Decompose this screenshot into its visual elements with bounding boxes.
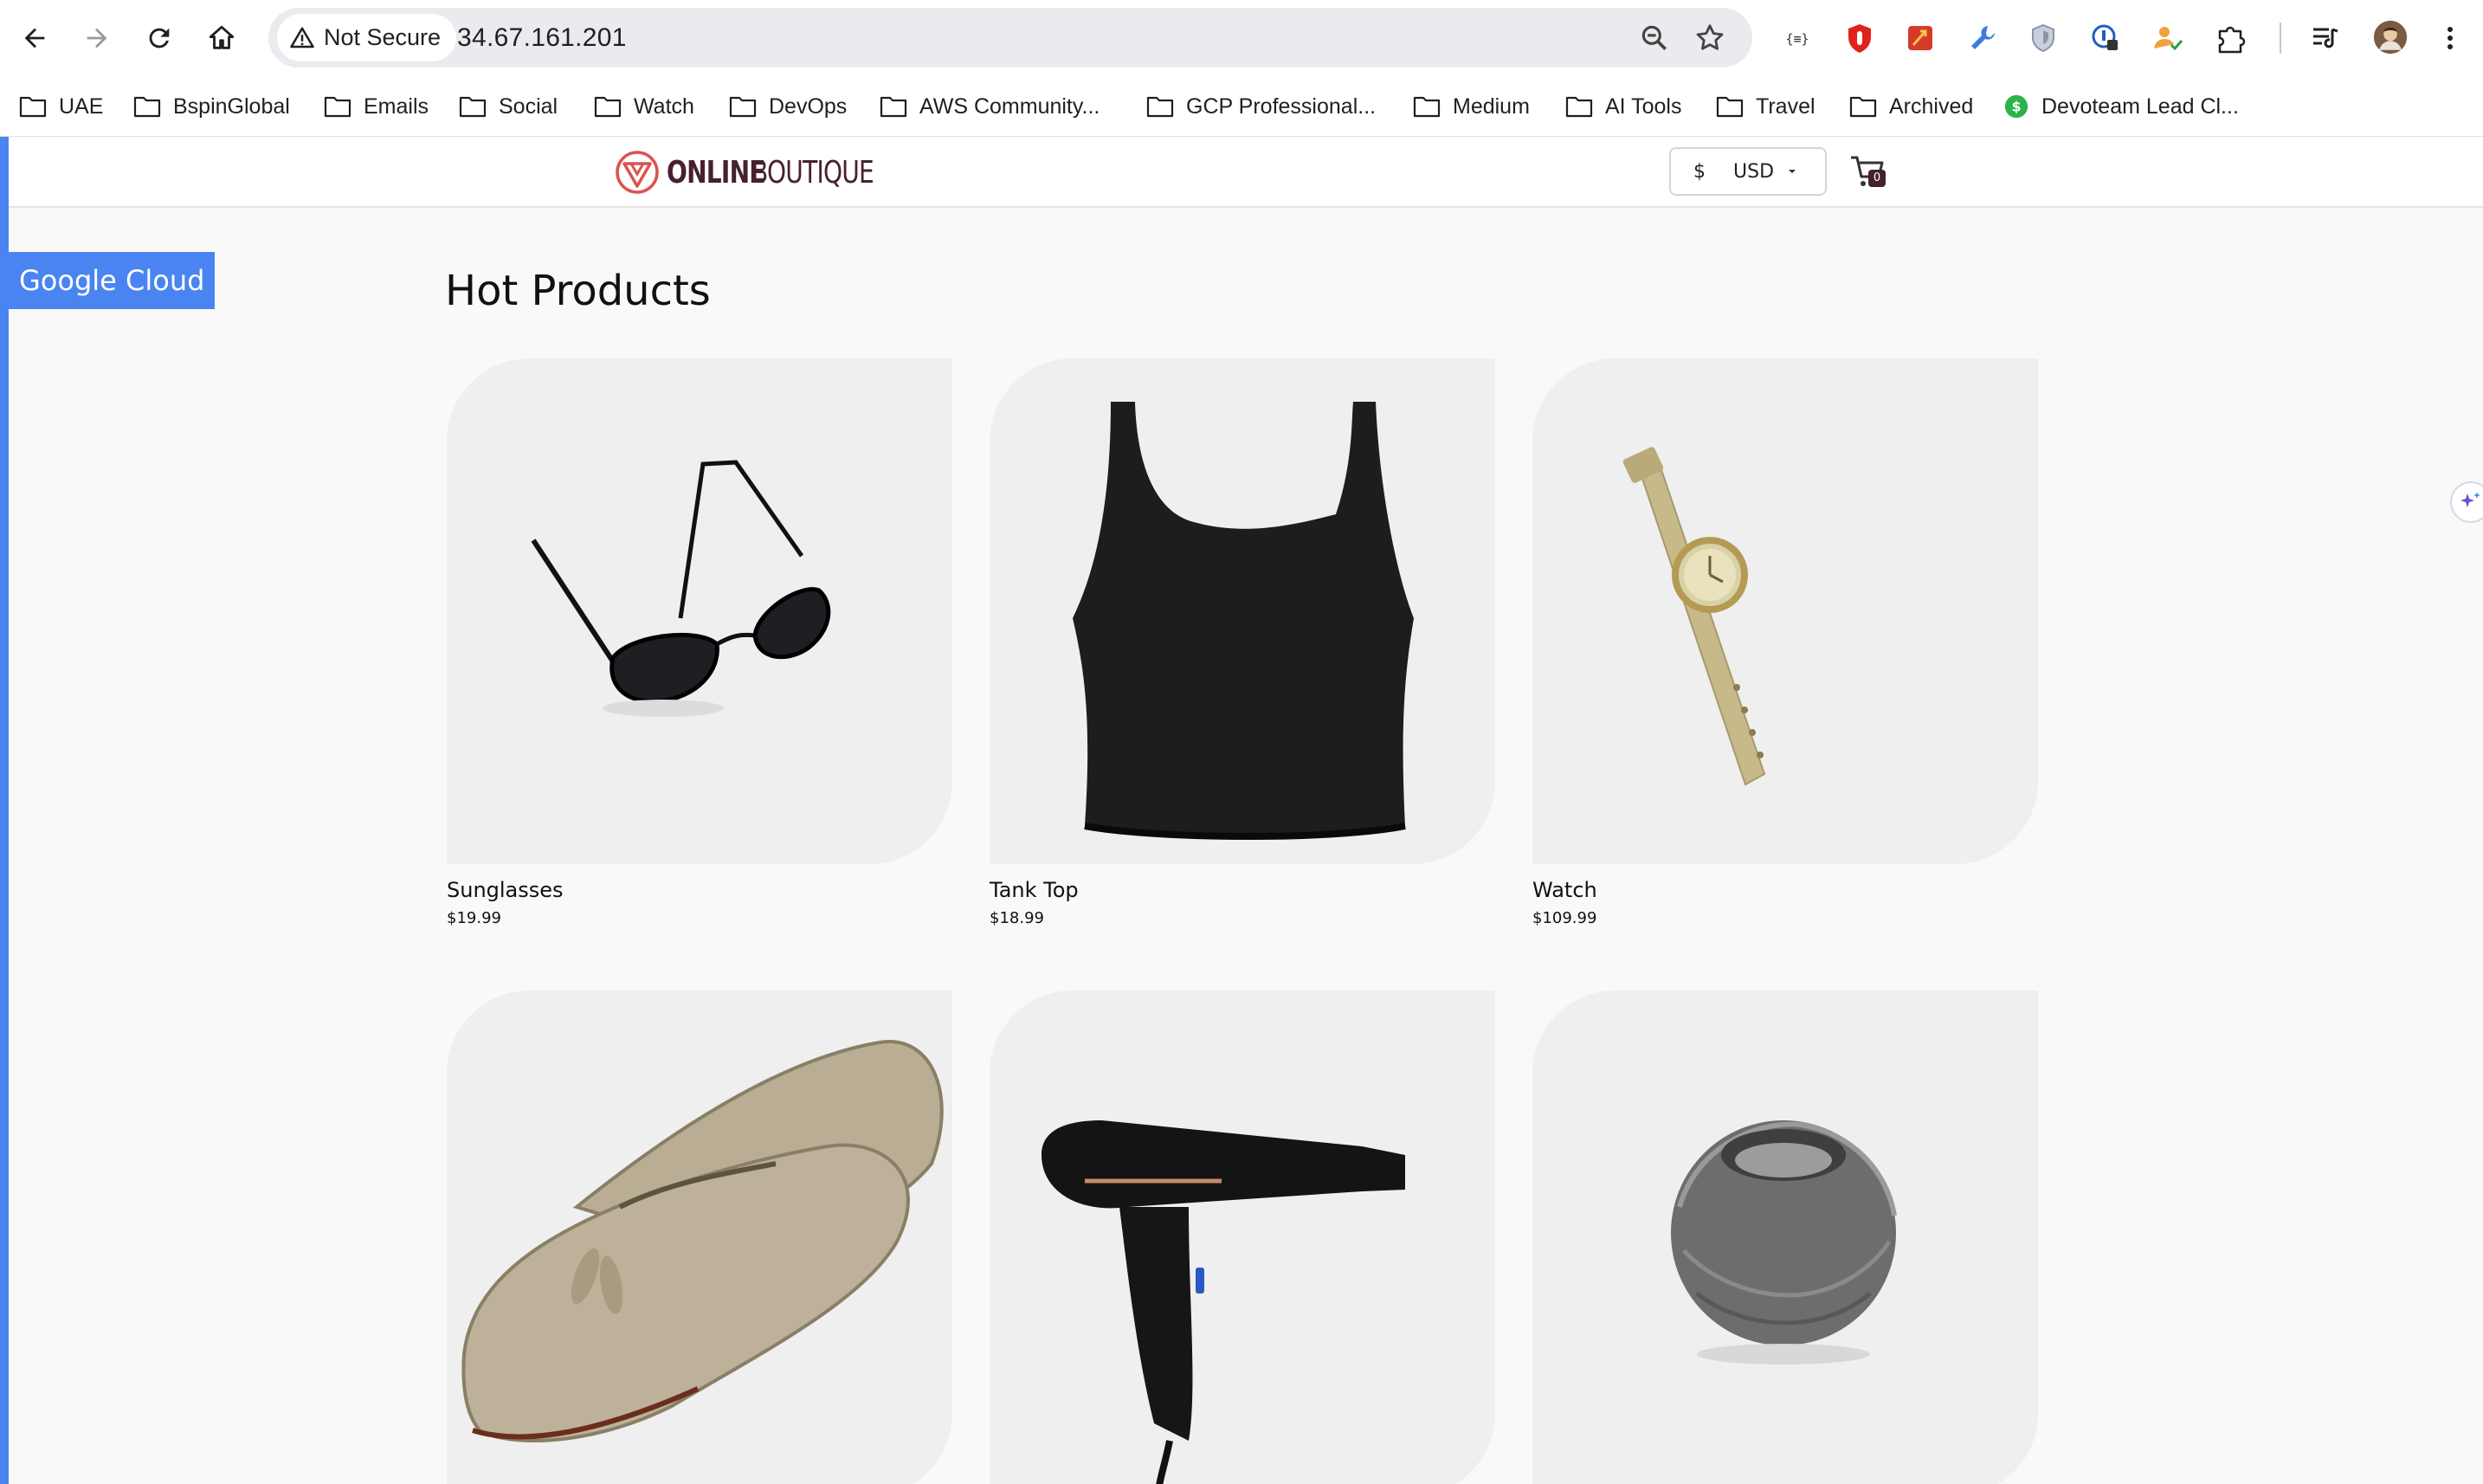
password-manager-icon[interactable] <box>2086 19 2125 57</box>
home-icon[interactable] <box>199 16 244 61</box>
folder-icon <box>1716 96 1744 118</box>
media-queue-icon[interactable] <box>2306 19 2344 57</box>
reload-icon[interactable] <box>137 16 182 61</box>
bookmark-folder[interactable]: AWS Community... <box>880 88 1100 125</box>
folder-icon <box>459 96 487 118</box>
cart-button[interactable]: 0 <box>1849 152 1889 190</box>
boutique-logo-icon <box>616 151 659 194</box>
profile-avatar[interactable] <box>2370 17 2410 57</box>
bookmark-link[interactable]: $ Devoteam Lead Cl... <box>2003 88 2239 125</box>
product-card[interactable]: Tank Top $18.99 <box>990 358 1495 927</box>
person-check-icon[interactable] <box>2149 19 2187 57</box>
folder-icon <box>880 96 907 118</box>
cart-count-badge: 0 <box>1868 170 1886 187</box>
address-bar[interactable]: Not Secure 34.67.161.201 <box>268 8 1752 68</box>
product-image-tank-top[interactable] <box>990 358 1495 864</box>
product-image-sunglasses[interactable] <box>447 358 952 864</box>
currency-symbol: $ <box>1693 160 1706 183</box>
toolbar-divider <box>2280 23 2281 54</box>
sparkle-icon <box>2460 492 2480 507</box>
product-card[interactable] <box>447 990 952 1484</box>
folder-icon <box>19 96 47 118</box>
left-accent-strip <box>0 137 9 1484</box>
product-card[interactable] <box>1532 990 2038 1484</box>
bookmark-folder[interactable]: GCP Professional... <box>1146 88 1376 125</box>
folder-icon <box>1413 96 1441 118</box>
google-cloud-banner: Google Cloud <box>9 252 215 309</box>
product-price: $109.99 <box>1532 909 1597 927</box>
forward-arrow-icon[interactable] <box>74 16 119 61</box>
json-viewer-icon[interactable]: {≡} <box>1778 19 1816 57</box>
product-image-candle-holder[interactable] <box>1532 990 2038 1484</box>
security-chip[interactable]: Not Secure <box>277 14 457 61</box>
bookmark-folder[interactable]: DevOps <box>729 88 847 125</box>
shield-icon[interactable] <box>2024 19 2062 57</box>
currency-select[interactable]: $ USD <box>1669 147 1827 196</box>
bookmark-folder[interactable]: AI Tools <box>1565 88 1681 125</box>
currency-code: USD <box>1733 160 1775 183</box>
dollar-badge-icon: $ <box>2004 94 2028 119</box>
warning-triangle-icon <box>290 27 314 48</box>
product-name[interactable]: Tank Top <box>990 878 1495 902</box>
product-name[interactable]: Sunglasses <box>447 878 952 902</box>
logo-text-bold: ONLINE <box>667 154 766 190</box>
svg-text:$: $ <box>2011 99 2021 115</box>
browser-toolbar: Not Secure 34.67.161.201 {≡} <box>0 0 2483 76</box>
product-price: $18.99 <box>990 909 1044 927</box>
ublock-icon[interactable] <box>1841 19 1879 57</box>
folder-icon <box>324 96 351 118</box>
product-card[interactable] <box>990 990 1495 1484</box>
product-image-hair-dryer[interactable] <box>990 990 1495 1484</box>
side-assistant-tab[interactable] <box>2450 481 2483 523</box>
folder-icon <box>594 96 622 118</box>
bookmark-folder[interactable]: UAE <box>19 88 103 125</box>
svg-text:{≡}: {≡} <box>1785 31 1809 47</box>
bookmark-folder[interactable]: Travel <box>1716 88 1815 125</box>
back-arrow-icon[interactable] <box>12 16 57 61</box>
security-label: Not Secure <box>324 24 442 50</box>
folder-icon <box>133 96 161 118</box>
bookmark-folder[interactable]: BspinGlobal <box>133 88 290 125</box>
zoom-icon[interactable] <box>1638 22 1671 55</box>
site-logo[interactable]: ONLINE BOUTIQUE <box>615 149 908 196</box>
folder-icon <box>1849 96 1877 118</box>
product-image-watch[interactable] <box>1532 358 2038 864</box>
logo-text-light: BOUTIQUE <box>751 154 874 190</box>
more-menu-icon[interactable] <box>2431 19 2469 57</box>
product-image-loafers[interactable] <box>447 990 952 1484</box>
site-header: ONLINE BOUTIQUE $ USD 0 <box>9 137 2483 208</box>
wrench-icon[interactable] <box>1964 19 2002 57</box>
bookmark-folder[interactable]: Social <box>459 88 558 125</box>
bookmark-folder[interactable]: Emails <box>324 88 429 125</box>
extensions-puzzle-icon[interactable] <box>2211 19 2249 57</box>
red-extension-icon[interactable] <box>1901 19 1939 57</box>
bookmark-folder[interactable]: Medium <box>1413 88 1530 125</box>
folder-icon <box>1146 96 1174 118</box>
product-card[interactable]: Watch $109.99 <box>1532 358 2038 927</box>
product-name[interactable]: Watch <box>1532 878 2038 902</box>
bookmark-star-icon[interactable] <box>1693 22 1726 55</box>
folder-icon <box>729 96 757 118</box>
bookmark-folder[interactable]: Watch <box>594 88 694 125</box>
bookmark-folder[interactable]: Archived <box>1849 88 1973 125</box>
caret-down-icon <box>1789 170 1796 173</box>
product-price: $19.99 <box>447 909 501 927</box>
folder-icon <box>1565 96 1593 118</box>
section-title: Hot Products <box>445 267 711 315</box>
url-text[interactable]: 34.67.161.201 <box>457 8 627 68</box>
bookmarks-bar: UAE BspinGlobal Emails Social Watch DevO… <box>0 76 2483 137</box>
product-card[interactable]: Sunglasses $19.99 <box>447 358 952 927</box>
